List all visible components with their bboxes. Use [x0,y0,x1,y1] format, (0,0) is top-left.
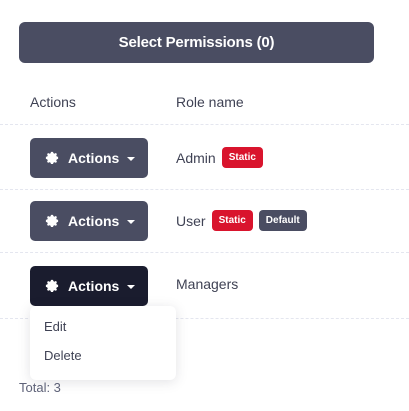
table-divider [0,124,409,125]
total-count: Total: 3 [19,380,61,395]
gear-icon [44,213,60,229]
column-header-role-name: Role name [176,94,244,110]
row-actions-label: Actions [68,278,120,294]
table-divider [0,252,409,253]
column-header-actions: Actions [30,94,76,110]
row-actions-label: Actions [68,150,120,166]
row-actions-button[interactable]: Actions [30,201,148,241]
caret-down-icon [127,284,136,289]
table-row-role: Admin Static [176,147,263,168]
table-row-role: User Static Default [176,210,307,231]
gear-icon [44,150,60,166]
role-name: User [176,212,206,229]
row-actions-button[interactable]: Actions [30,138,148,178]
role-name: Admin [176,149,216,166]
role-name: Managers [176,276,239,292]
row-actions-label: Actions [68,213,120,229]
select-permissions-button[interactable]: Select Permissions (0) [19,22,374,63]
static-badge: Static [211,210,253,231]
menu-item-edit[interactable]: Edit [30,318,176,347]
actions-dropdown-menu: Edit Delete [30,306,176,380]
table-row-role: Managers [176,276,238,292]
table-divider [0,189,409,190]
select-permissions-label: Select Permissions (0) [118,34,275,51]
gear-icon [44,278,60,294]
caret-down-icon [127,219,136,224]
caret-down-icon [127,156,136,161]
static-badge: Static [221,147,263,168]
row-actions-button[interactable]: Actions [30,266,148,306]
menu-item-delete[interactable]: Delete [30,347,176,376]
default-badge: Default [258,210,307,231]
